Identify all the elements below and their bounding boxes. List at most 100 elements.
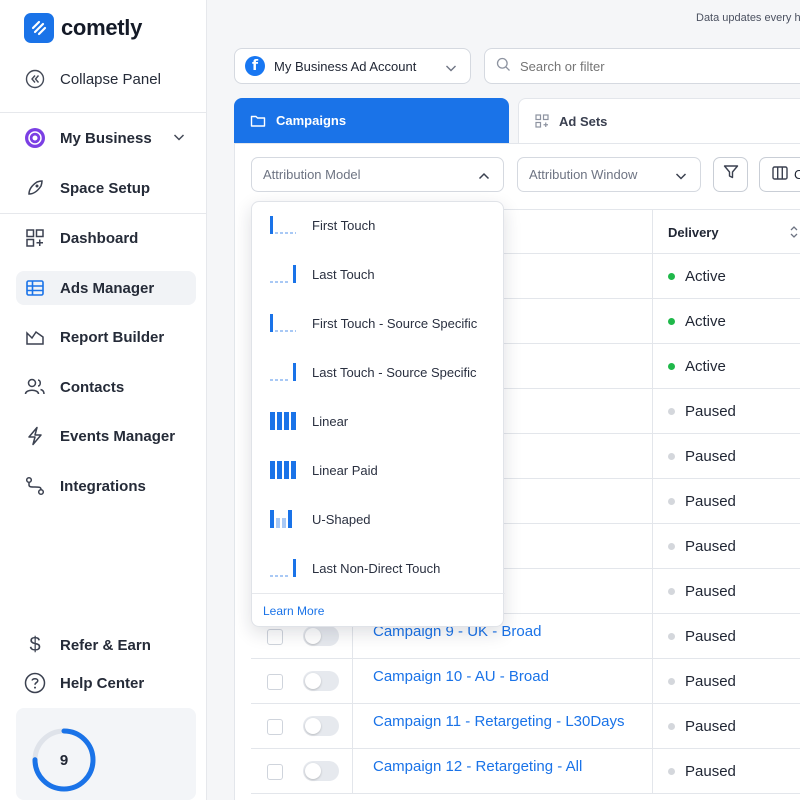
help-label: Help Center: [60, 674, 145, 692]
sidebar-item-label: Report Builder: [60, 328, 165, 346]
folder-icon: [250, 114, 266, 128]
attribution-model-select[interactable]: Attribution Model: [251, 157, 504, 192]
status-label: Active: [685, 268, 726, 285]
campaign-toggle[interactable]: [303, 671, 339, 691]
table-row[interactable]: Campaign 12 - Retargeting - All Paused: [251, 749, 800, 794]
status-label: Paused: [685, 673, 736, 690]
attribution-model-label: Attribution Model: [263, 167, 361, 182]
column-divider: [652, 659, 653, 704]
column-divider: [652, 344, 653, 389]
sidebar-item-dashboard[interactable]: Dashboard: [16, 221, 196, 255]
status-dot-icon: [668, 363, 675, 370]
delivery-status: Active: [668, 254, 726, 299]
delivery-status: Paused: [668, 704, 736, 749]
sidebar-item-contacts[interactable]: Contacts: [16, 370, 196, 404]
delivery-status: Paused: [668, 749, 736, 794]
column-divider: [352, 749, 353, 794]
refer-label: Refer & Earn: [60, 636, 151, 654]
chevron-down-icon: [444, 61, 458, 78]
tab-campaigns[interactable]: Campaigns: [234, 98, 509, 143]
sidebar-item-ads-manager[interactable]: Ads Manager: [16, 271, 196, 305]
column-divider: [652, 704, 653, 749]
campaign-toggle[interactable]: [303, 716, 339, 736]
brand-logo[interactable]: cometly: [24, 13, 142, 43]
attribution-option[interactable]: U-Shaped: [252, 499, 505, 539]
column-header-delivery[interactable]: Delivery: [668, 210, 798, 255]
tab-ad-sets[interactable]: Ad Sets: [518, 98, 800, 143]
attribution-option[interactable]: Last Non-Direct Touch: [252, 548, 505, 588]
facebook-icon: f: [245, 56, 265, 76]
campaign-toggle[interactable]: [303, 626, 339, 646]
attribution-option-label: First Touch: [312, 217, 376, 233]
attribution-option[interactable]: Last Touch - Source Specific: [252, 352, 505, 392]
status-label: Paused: [685, 718, 736, 735]
status-label: Paused: [685, 763, 736, 780]
delivery-status: Active: [668, 344, 726, 389]
contacts-icon: [24, 376, 46, 398]
status-label: Paused: [685, 403, 736, 420]
status-dot-icon: [668, 678, 675, 685]
delivery-status: Paused: [668, 659, 736, 704]
status-dot-icon: [668, 453, 675, 460]
brand-name: cometly: [61, 15, 143, 40]
refer-earn-link[interactable]: $ Refer & Earn: [16, 628, 196, 662]
row-checkbox[interactable]: [267, 629, 283, 645]
attribution-option[interactable]: First Touch - Source Specific: [252, 303, 505, 343]
row-checkbox[interactable]: [267, 674, 283, 690]
sidebar-item-events-manager[interactable]: Events Manager: [16, 419, 196, 453]
learn-more-link[interactable]: Learn More: [263, 604, 324, 618]
collapse-label: Collapse Panel: [60, 70, 161, 88]
columns-icon: [772, 166, 788, 183]
filter-button[interactable]: [713, 157, 748, 192]
search-input[interactable]: [520, 58, 720, 74]
comet-logo-icon: [24, 13, 54, 43]
sidebar-item-report-builder[interactable]: Report Builder: [16, 320, 196, 354]
chevron-up-icon: [477, 169, 491, 186]
collapse-panel-button[interactable]: Collapse Panel: [16, 62, 196, 96]
help-center-link[interactable]: Help Center: [16, 666, 196, 700]
table-row[interactable]: Campaign 11 - Retargeting - L30Days Pause…: [251, 704, 800, 749]
sidebar-item-integrations[interactable]: Integrations: [16, 469, 196, 503]
onboarding-progress-card[interactable]: 9: [16, 708, 196, 800]
attribution-option[interactable]: First Touch: [252, 205, 505, 245]
status-label: Paused: [685, 448, 736, 465]
ad-account-select[interactable]: f My Business Ad Account: [234, 48, 471, 84]
attribution-option-label: Last Non-Direct Touch: [312, 560, 441, 576]
sidebar-item-label: Events Manager: [60, 427, 176, 445]
campaign-name-link[interactable]: Campaign 10 - AU - Broad: [373, 668, 549, 685]
column-divider: [352, 704, 353, 749]
columns-button[interactable]: C: [759, 157, 800, 192]
sidebar-item-label: Contacts: [60, 378, 125, 396]
campaign-name-link[interactable]: Campaign 11 - Retargeting - L30Days: [373, 713, 625, 730]
column-divider: [652, 299, 653, 344]
sidebar-item-space-setup[interactable]: Space Setup: [16, 171, 196, 205]
status-label: Paused: [685, 583, 736, 600]
grid-icon: [535, 114, 549, 128]
row-checkbox[interactable]: [267, 764, 283, 780]
search-box[interactable]: [484, 48, 800, 84]
attribution-option[interactable]: Last Touch: [252, 254, 505, 294]
campaign-name-link[interactable]: Campaign 12 - Retargeting - All: [373, 758, 582, 775]
dashboard-icon: [24, 227, 46, 249]
attribution-window-select[interactable]: Attribution Window: [517, 157, 701, 192]
data-update-note: Data updates every h: [696, 12, 800, 24]
attribution-option[interactable]: Linear Paid: [252, 450, 505, 490]
sort-icon[interactable]: [789, 225, 799, 242]
rocket-icon: [24, 177, 46, 199]
table-icon: [24, 277, 46, 299]
status-label: Paused: [685, 493, 736, 510]
status-dot-icon: [668, 408, 675, 415]
sidebar: cometly Collapse Panel My Business Space…: [0, 0, 207, 800]
attribution-option[interactable]: Linear: [252, 401, 505, 441]
status-label: Active: [685, 358, 726, 375]
status-label: Paused: [685, 628, 736, 645]
campaign-toggle[interactable]: [303, 761, 339, 781]
attribution-option-label: U-Shaped: [312, 511, 371, 527]
workspace-selector[interactable]: My Business: [16, 121, 196, 155]
table-row[interactable]: Campaign 10 - AU - Broad Paused: [251, 659, 800, 704]
delivery-status: Paused: [668, 479, 736, 524]
delivery-status: Paused: [668, 434, 736, 479]
last-touch-icon: [268, 263, 298, 285]
attribution-option-label: Last Touch - Source Specific: [312, 364, 477, 380]
row-checkbox[interactable]: [267, 719, 283, 735]
